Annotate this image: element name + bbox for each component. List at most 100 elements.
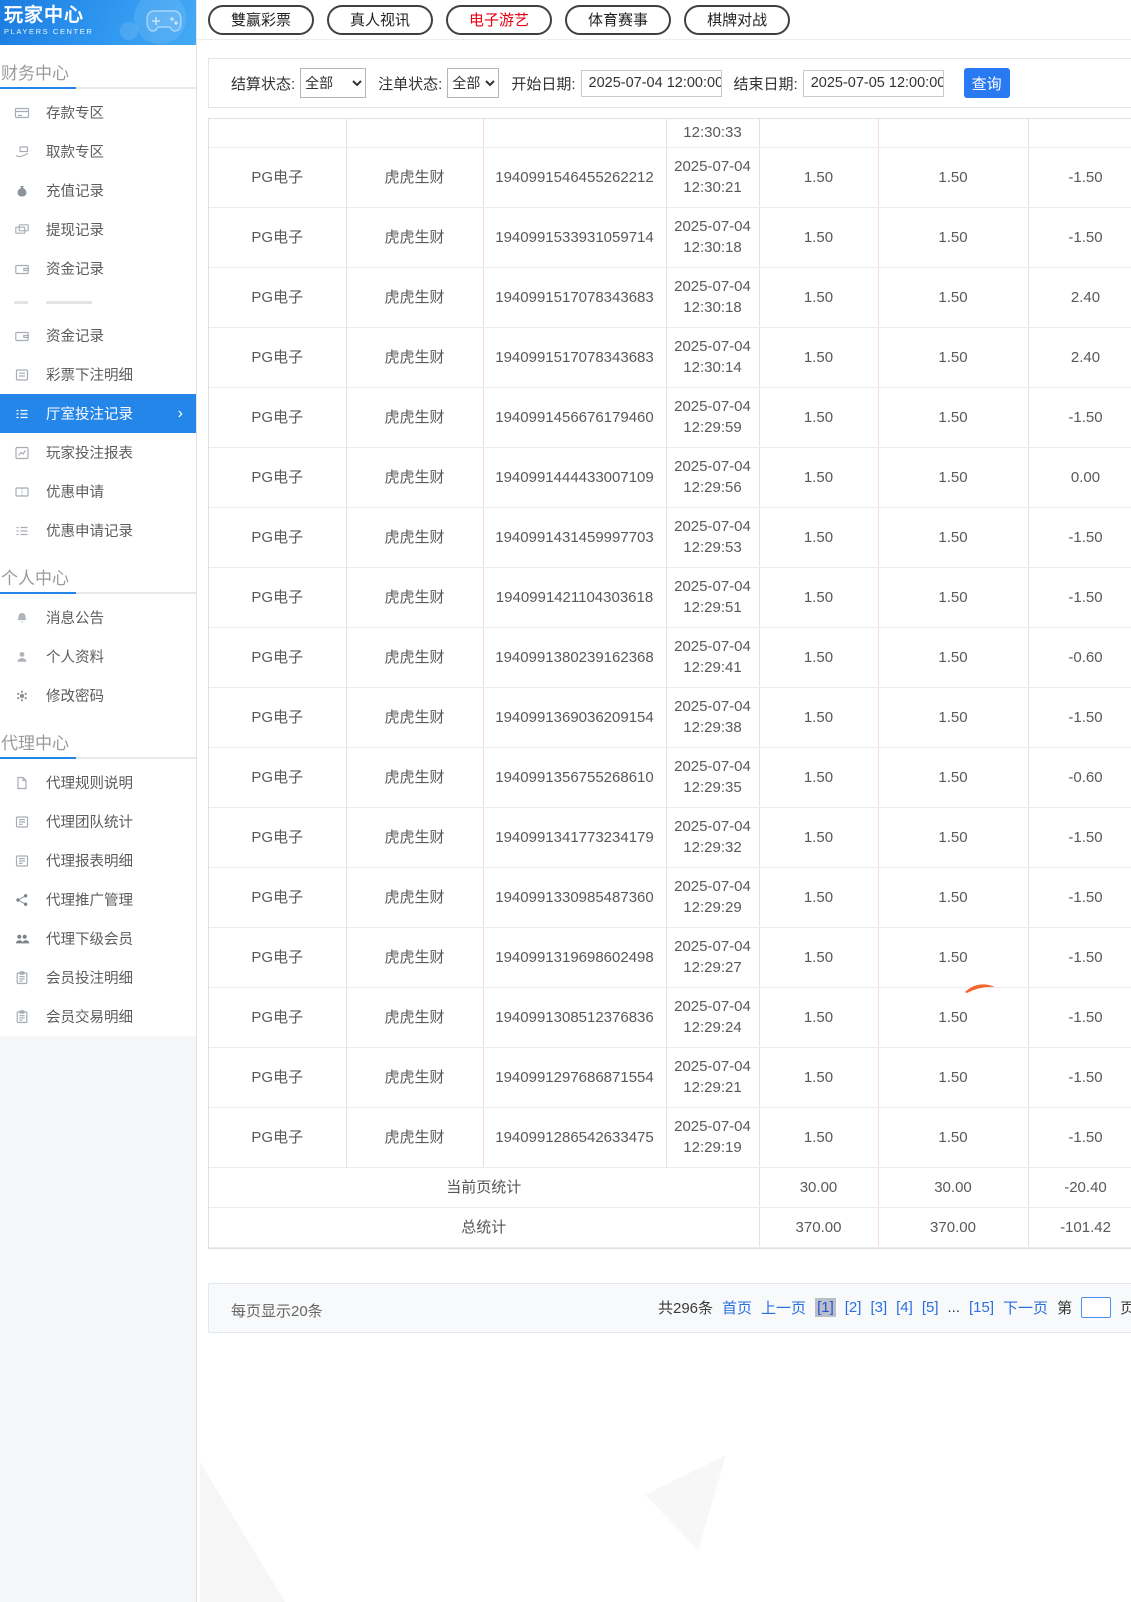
page-size-label: 每页显示20条 bbox=[231, 1300, 323, 1321]
bet-amount-cell: 1.50 bbox=[759, 1107, 878, 1167]
summary-winloss-cell: -101.42 bbox=[1028, 1207, 1131, 1247]
bet-amount-cell: 1.50 bbox=[759, 267, 878, 327]
sidebar-item-agent-rules[interactable]: 代理规则说明 bbox=[0, 763, 196, 802]
cards-icon bbox=[14, 222, 30, 238]
winloss-cell: -1.50 bbox=[1028, 987, 1131, 1047]
chevron-right-icon: › bbox=[178, 406, 183, 422]
sidebar-item-label: 代理团队统计 bbox=[46, 811, 133, 832]
tab-electronic-games[interactable]: 电子游艺 bbox=[446, 5, 552, 35]
game-cell: 虎虎生财 bbox=[346, 807, 483, 867]
page-link-4[interactable]: [4] bbox=[896, 1299, 913, 1316]
sidebar-item-withdrawal-records[interactable]: 提现记录 bbox=[0, 210, 196, 249]
sidebar-section-finance: 财务中心存款专区取款专区充值记录提现记录资金记录资金记录彩票下注明细厅室投注记录… bbox=[0, 45, 196, 550]
time-cell: 2025-07-0412:29:21 bbox=[666, 1047, 759, 1107]
page-link-5[interactable]: [5] bbox=[922, 1299, 939, 1316]
game-cell: 虎虎生财 bbox=[346, 447, 483, 507]
section-underline bbox=[0, 592, 196, 594]
bet-table-row: PG电子虎虎生财19409914314599977032025-07-0412:… bbox=[209, 507, 1131, 567]
sidebar-item-hall-bet-records[interactable]: 厅室投注记录 › bbox=[0, 394, 196, 433]
valid-amount-cell: 1.50 bbox=[878, 207, 1028, 267]
platform-cell: PG电子 bbox=[209, 147, 346, 207]
valid-amount-cell: 1.50 bbox=[878, 1047, 1028, 1107]
bet-amount-cell: 1.50 bbox=[759, 147, 878, 207]
sidebar-item-agent-promotion[interactable]: 代理推广管理 bbox=[0, 880, 196, 919]
jump-label-prefix: 第 bbox=[1057, 1297, 1072, 1318]
bet-amount-cell: 1.50 bbox=[759, 207, 878, 267]
bet-table-row: PG电子虎虎生财19409913309854873602025-07-0412:… bbox=[209, 867, 1131, 927]
deposit-icon bbox=[14, 105, 30, 121]
sidebar-item-label: 充值记录 bbox=[46, 180, 104, 201]
game-cell: 虎虎生财 bbox=[346, 747, 483, 807]
bet-table-row: PG电子虎虎生财19409915464552622122025-07-0412:… bbox=[209, 147, 1131, 207]
page-link-3[interactable]: [3] bbox=[870, 1299, 887, 1316]
pagination-bar: 每页显示20条 共296条首页上一页[1][2][3][4][5]...[15]… bbox=[208, 1283, 1131, 1333]
sidebar-item-agent-sub-members[interactable]: 代理下级会员 bbox=[0, 919, 196, 958]
sidebar-item-change-password[interactable]: 修改密码 bbox=[0, 676, 196, 715]
sidebar-item-agent-team-stats[interactable]: 代理团队统计 bbox=[0, 802, 196, 841]
platform-cell: PG电子 bbox=[209, 1107, 346, 1167]
sidebar-item-withdraw-zone[interactable]: 取款专区 bbox=[0, 132, 196, 171]
page-link-2[interactable]: [2] bbox=[845, 1299, 862, 1316]
order-status-label: 注单状态: bbox=[378, 73, 442, 94]
order-status-select[interactable]: 全部 bbox=[447, 68, 499, 98]
platform-cell: PG电子 bbox=[209, 267, 346, 327]
tab-double-win-lottery[interactable]: 雙赢彩票 bbox=[208, 5, 314, 35]
end-date-label: 结束日期: bbox=[734, 73, 798, 94]
sidebar-item-lottery-bet-details[interactable]: 彩票下注明细 bbox=[0, 355, 196, 394]
prev-page-link[interactable]: 上一页 bbox=[761, 1297, 806, 1318]
tab-board-games[interactable]: 棋牌对战 bbox=[684, 5, 790, 35]
sidebar-item-profile[interactable]: 个人资料 bbox=[0, 637, 196, 676]
bet-id-cell: 1940991319698602498 bbox=[483, 927, 666, 987]
sidebar-item-label: 代理规则说明 bbox=[46, 772, 133, 793]
bet-amount-cell: 1.50 bbox=[759, 447, 878, 507]
bet-amount-cell: 1.50 bbox=[759, 927, 878, 987]
bet-id-cell: 1940991421104303618 bbox=[483, 567, 666, 627]
start-date-input[interactable] bbox=[581, 70, 722, 97]
sidebar-item-player-bet-report[interactable]: 玩家投注报表 bbox=[0, 433, 196, 472]
valid-amount-cell: 1.50 bbox=[878, 147, 1028, 207]
sidebar-item-promo-apply[interactable]: 优惠申请 bbox=[0, 472, 196, 511]
end-date-input[interactable] bbox=[803, 70, 944, 97]
bet-id-cell: 1940991369036209154 bbox=[483, 687, 666, 747]
bet-id-cell: 1940991341773234179 bbox=[483, 807, 666, 867]
page-ellipsis: ... bbox=[948, 1299, 961, 1316]
bet-amount-cell: 1.50 bbox=[759, 867, 878, 927]
valid-amount-cell: 1.50 bbox=[878, 1107, 1028, 1167]
page-link-15[interactable]: [15] bbox=[969, 1299, 994, 1316]
sidebar-item-funds-records-2[interactable]: 资金记录 bbox=[0, 316, 196, 355]
sidebar-item-agent-report-details[interactable]: 代理报表明细 bbox=[0, 841, 196, 880]
sidebar-item-member-transaction-details[interactable]: 会员交易明细 bbox=[0, 997, 196, 1036]
platform-cell: PG电子 bbox=[209, 807, 346, 867]
tab-sports-events[interactable]: 体育赛事 bbox=[565, 5, 671, 35]
tab-live-casino[interactable]: 真人视讯 bbox=[327, 5, 433, 35]
sidebar-item-announcements[interactable]: 消息公告 bbox=[0, 598, 196, 637]
coupon-icon bbox=[14, 484, 30, 500]
settle-status-select[interactable]: 全部 bbox=[300, 68, 366, 98]
sidebar-item-label: 厅室投注记录 bbox=[46, 403, 133, 424]
sidebar: 玩家中心 PLAYERS CENTER 财务中心存款专区取款专区充值记录提现记录… bbox=[0, 0, 197, 1602]
sidebar-item-deposit-zone[interactable]: 存款专区 bbox=[0, 93, 196, 132]
sidebar-item-funds-records[interactable]: 资金记录 bbox=[0, 249, 196, 288]
partial-top-row: 12:30:33 bbox=[209, 119, 1131, 147]
sidebar-item-promo-apply-records[interactable]: 优惠申请记录 bbox=[0, 511, 196, 550]
bet-table-row: PG电子虎虎生财19409913567552686102025-07-0412:… bbox=[209, 747, 1131, 807]
app-logo: 玩家中心 PLAYERS CENTER bbox=[0, 0, 196, 45]
bet-table-row: PG电子虎虎生财19409915339310597142025-07-0412:… bbox=[209, 207, 1131, 267]
page-jump-input[interactable] bbox=[1081, 1297, 1111, 1318]
time-cell: 2025-07-0412:29:29 bbox=[666, 867, 759, 927]
winloss-cell: 2.40 bbox=[1028, 267, 1131, 327]
empty-cell bbox=[483, 119, 666, 147]
bet-records-table-container: 12:30:33PG电子虎虎生财19409915464552622122025-… bbox=[208, 118, 1131, 1249]
query-button[interactable]: 查询 bbox=[964, 68, 1010, 98]
first-page-link[interactable]: 首页 bbox=[722, 1297, 752, 1318]
platform-cell: PG电子 bbox=[209, 327, 346, 387]
current-page-link[interactable]: [1] bbox=[815, 1298, 836, 1317]
sidebar-item-member-bet-details[interactable]: 会员投注明细 bbox=[0, 958, 196, 997]
clipboard-icon bbox=[14, 970, 30, 986]
summary-bet-cell: 30.00 bbox=[759, 1167, 878, 1207]
valid-amount-cell: 1.50 bbox=[878, 927, 1028, 987]
next-page-link[interactable]: 下一页 bbox=[1003, 1297, 1048, 1318]
bet-amount-cell: 1.50 bbox=[759, 687, 878, 747]
sidebar-item-recharge-records[interactable]: 充值记录 bbox=[0, 171, 196, 210]
bet-table-row: PG电子虎虎生财19409914566761794602025-07-0412:… bbox=[209, 387, 1131, 447]
